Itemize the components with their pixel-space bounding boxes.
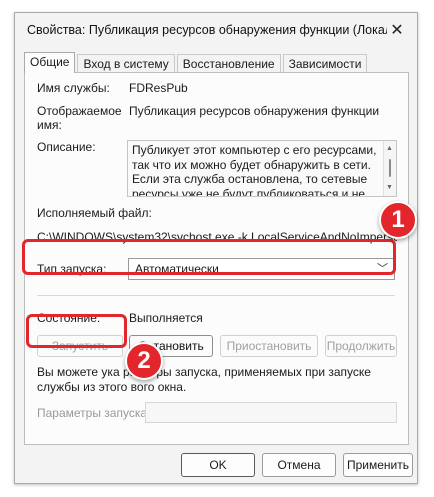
display-name-label-line1: Отображаемое (37, 104, 122, 118)
display-name-label-line2: имя: (37, 118, 62, 132)
apply-button[interactable]: Применить (343, 453, 413, 477)
display-name-value: Публикация ресурсов обнаружения функции (129, 104, 380, 118)
description-text: Публикует этот компьютер с его ресурсами… (132, 143, 377, 197)
params-label: Параметры запуска: (37, 406, 151, 420)
start-params-input[interactable] (145, 402, 397, 423)
service-name-label: Имя службы: (37, 81, 110, 95)
description-scrollbar[interactable]: ▲ ▼ (383, 141, 396, 196)
resume-button[interactable]: Продолжить (325, 335, 397, 357)
hint-text-line1: Вы можете ука раметры запуска, применяем… (37, 365, 371, 379)
cancel-button[interactable]: Отмена (262, 453, 336, 477)
tab-recovery[interactable]: Восстановление (176, 54, 281, 73)
start-button-highlight (26, 314, 127, 348)
description-textbox[interactable]: Публикует этот компьютер с его ресурсами… (127, 140, 397, 197)
ok-button[interactable]: OK (181, 453, 255, 477)
startup-type-highlight (22, 239, 396, 275)
hint-text-line2: службы из этого вого окна. (37, 380, 187, 394)
scroll-up-icon[interactable]: ▲ (386, 142, 393, 157)
tab-strip: Общие Вход в систему Восстановление Зави… (24, 52, 369, 73)
tab-dependencies[interactable]: Зависимости (282, 54, 368, 73)
close-icon[interactable]: ✕ (383, 19, 411, 41)
title-bar: Свойства: Публикация ресурсов обнаружени… (15, 13, 417, 47)
divider (37, 295, 395, 296)
executable-label: Исполняемый файл: (37, 206, 152, 220)
scroll-down-icon[interactable]: ▼ (386, 181, 393, 196)
pause-button[interactable]: Приостановить (220, 335, 318, 357)
status-value: Выполняется (129, 311, 203, 325)
tab-logon[interactable]: Вход в систему (77, 54, 175, 73)
window-title: Свойства: Публикация ресурсов обнаружени… (27, 23, 387, 37)
tab-general[interactable]: Общие (24, 52, 76, 73)
service-name-value: FDResPub (129, 81, 188, 95)
scroll-thumb[interactable] (389, 159, 391, 177)
step-badge-1: 1 (379, 201, 417, 239)
description-label: Описание: (37, 140, 96, 154)
step-badge-2: 2 (125, 342, 163, 380)
